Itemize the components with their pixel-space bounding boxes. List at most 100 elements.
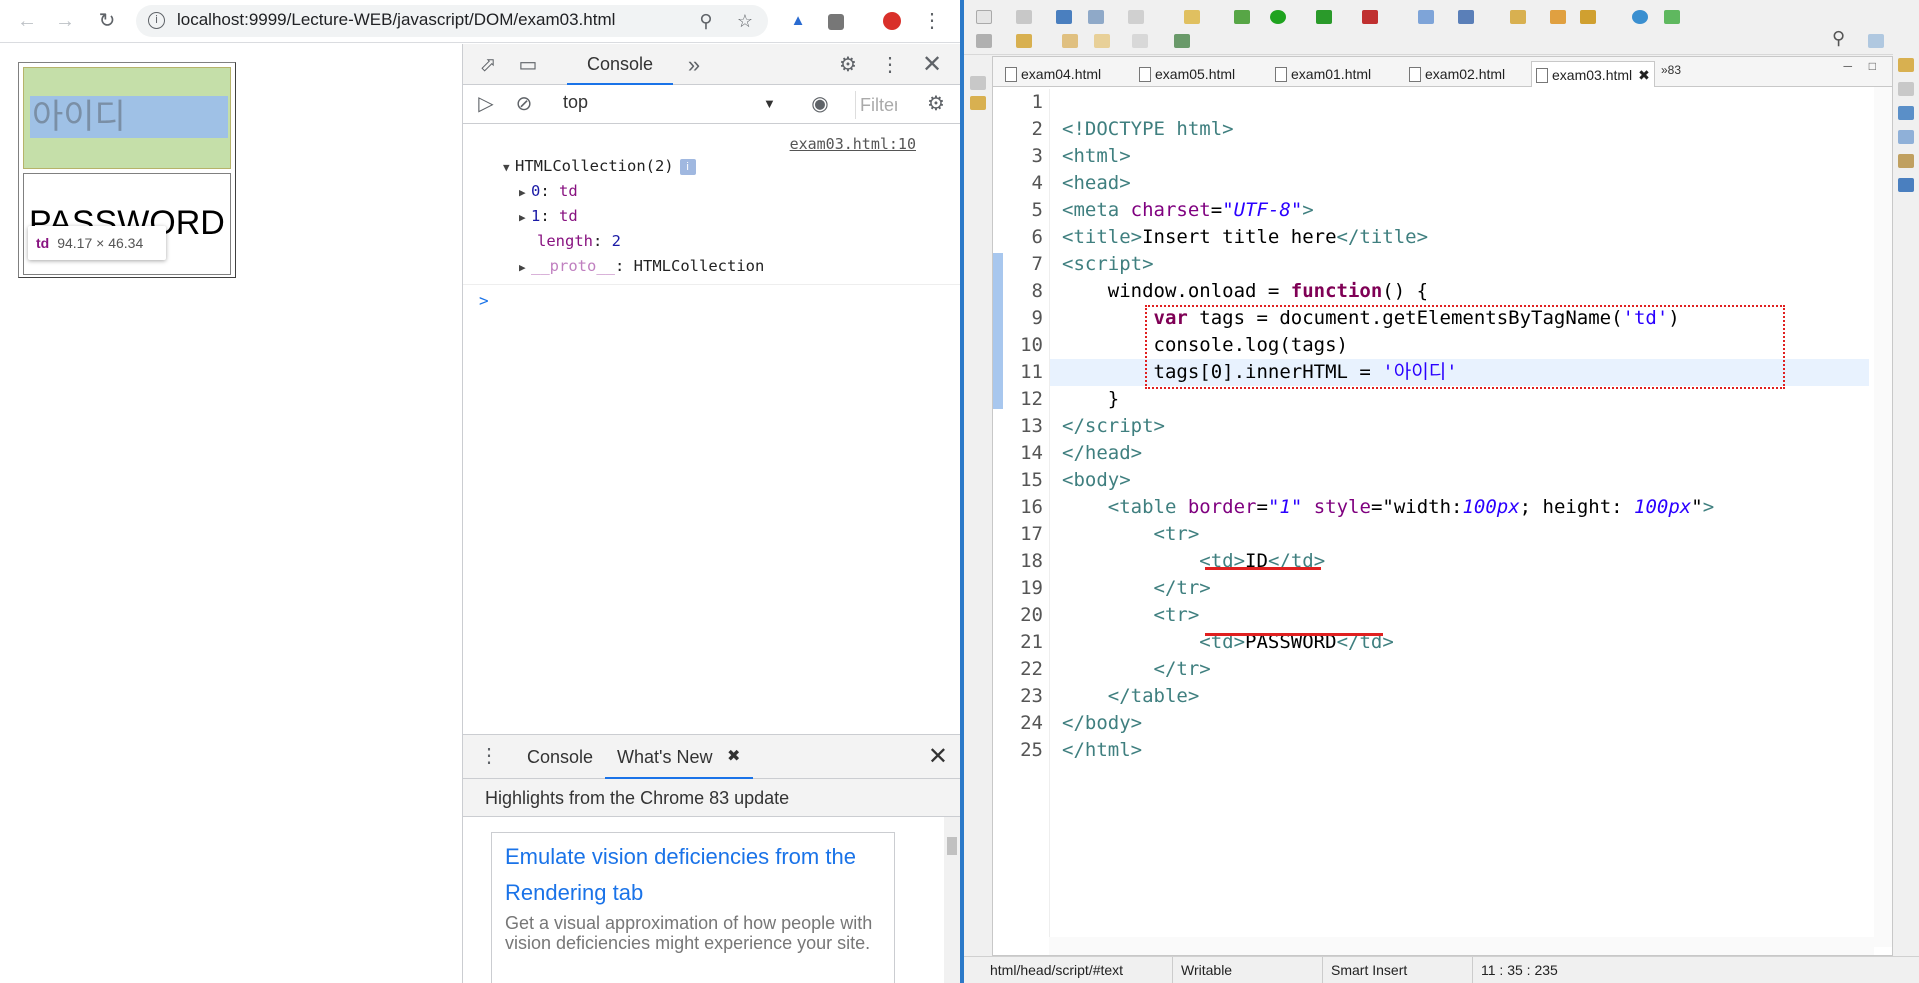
run-icon[interactable] (1270, 10, 1286, 24)
extension-icon[interactable] (880, 9, 904, 33)
collection-header[interactable]: ▼ HTMLCollection(2) i (503, 157, 696, 175)
info-icon[interactable]: i (148, 12, 165, 29)
context-select[interactable]: top (563, 92, 588, 113)
next-annotation-icon[interactable] (976, 34, 992, 48)
external-tools-icon[interactable] (1362, 10, 1378, 24)
previous-annotation-icon[interactable] (1016, 34, 1032, 48)
code-line[interactable]: <table border="1" style="width:100px; he… (1050, 494, 1869, 521)
gear-icon[interactable]: ⚙ (835, 52, 861, 78)
servers-icon[interactable] (1898, 130, 1914, 144)
open-type-icon[interactable] (1510, 10, 1526, 24)
search-task-icon[interactable] (1550, 10, 1566, 24)
console-prompt-row[interactable]: > (463, 284, 960, 310)
tasks-icon[interactable] (1898, 82, 1914, 96)
more-tabs[interactable]: »83 (1661, 63, 1681, 77)
collection-item[interactable]: ▶ 0: td (519, 182, 578, 200)
code-line[interactable]: </body> (1050, 710, 1869, 737)
source-link[interactable]: exam03.html:10 (790, 135, 916, 153)
terminal-view-icon[interactable] (1898, 178, 1914, 192)
close-tab-icon[interactable]: ✖ (1638, 67, 1650, 83)
vertical-scrollbar[interactable] (1874, 87, 1892, 947)
back-icon[interactable] (1094, 34, 1110, 48)
expand-right-icon[interactable]: ▶ (519, 261, 531, 274)
globe-icon[interactable] (1632, 10, 1648, 24)
restore-icon[interactable] (970, 76, 986, 90)
last-edit-icon[interactable] (1062, 34, 1078, 48)
coverage-icon[interactable] (1316, 10, 1332, 24)
code-line[interactable]: <body> (1050, 467, 1869, 494)
clear-console-icon[interactable]: ⊘ (511, 91, 537, 117)
card-title[interactable]: Emulate vision deficiencies from the Ren… (505, 839, 881, 911)
code-line[interactable]: </script> (1050, 413, 1869, 440)
eye-icon[interactable]: ◉ (807, 91, 833, 117)
collection-item[interactable]: ▶ 1: td (519, 207, 578, 225)
reload-icon[interactable]: ↻ (94, 8, 120, 34)
expand-down-icon[interactable]: ▼ (503, 161, 515, 174)
code-line[interactable] (1050, 89, 1869, 116)
search-icon[interactable]: ⚲ (1832, 28, 1845, 49)
new-file-icon[interactable] (976, 10, 992, 24)
code-area[interactable]: <!DOCTYPE html> <html> <head> <meta charset… (1049, 89, 1869, 949)
sidebar-toggle-icon[interactable]: ▷ (473, 91, 499, 117)
code-line[interactable]: <meta charset="UTF-8"> (1050, 197, 1869, 224)
outline-icon[interactable] (1898, 58, 1914, 72)
code-line[interactable]: <script> (1050, 251, 1869, 278)
code-line[interactable]: </table> (1050, 683, 1869, 710)
open-perspective-icon[interactable] (1868, 34, 1884, 48)
horizontal-scrollbar[interactable] (1049, 937, 1874, 955)
code-line[interactable]: <!DOCTYPE html> (1050, 116, 1869, 143)
code-line[interactable]: <tr> (1050, 521, 1869, 548)
editor-tab[interactable]: exam04.html (1001, 61, 1106, 87)
close-tab-icon[interactable]: ✖ (727, 735, 740, 779)
debug-icon[interactable] (1234, 10, 1250, 24)
tab-console[interactable]: Console (567, 44, 673, 85)
console-settings-icon[interactable]: ⚙ (923, 91, 949, 117)
code-line[interactable]: window.onload = function() { (1050, 278, 1869, 305)
code-line[interactable]: </html> (1050, 737, 1869, 764)
skip-breakpoints-icon[interactable] (1088, 10, 1104, 24)
zoom-icon[interactable]: ⚲ (694, 9, 718, 33)
drawer-menu-icon[interactable]: ⋮ (479, 743, 499, 768)
console-view-icon[interactable] (1898, 106, 1914, 120)
close-icon[interactable]: ✕ (919, 52, 945, 78)
minimize-icon[interactable]: ─ (1843, 59, 1852, 73)
kebab-menu-icon[interactable]: ⋮ (877, 52, 903, 78)
extension-icon[interactable] (824, 9, 848, 33)
star-icon[interactable]: ☆ (733, 9, 757, 33)
whats-new-card[interactable]: Emulate vision deficiencies from the Ren… (491, 832, 895, 983)
code-line[interactable]: </tr> (1050, 575, 1869, 602)
editor-tab[interactable]: exam01.html (1271, 61, 1376, 87)
new-class-icon[interactable] (1458, 10, 1474, 24)
project-explorer-icon[interactable] (970, 96, 986, 110)
inspect-element-icon[interactable]: ⬀ (475, 52, 501, 78)
new-server-icon[interactable] (1418, 10, 1434, 24)
code-line[interactable]: </tr> (1050, 656, 1869, 683)
editor-tab[interactable]: exam05.html (1135, 61, 1240, 87)
chevron-down-icon[interactable]: ▼ (763, 96, 776, 111)
editor-tab[interactable]: exam02.html (1405, 61, 1510, 87)
extension-icon[interactable]: ▲ (786, 9, 810, 33)
back-icon[interactable]: ← (14, 8, 40, 34)
terminal-icon[interactable] (1056, 10, 1072, 24)
perspective-icon[interactable] (1664, 10, 1680, 24)
code-line[interactable]: <td>ID</td> (1050, 548, 1869, 575)
forward-icon[interactable]: → (52, 8, 78, 34)
resume-icon[interactable] (1128, 10, 1144, 24)
code-line[interactable]: </head> (1050, 440, 1869, 467)
device-toolbar-icon[interactable]: ▭ (515, 52, 541, 78)
menu-icon[interactable]: ⋮ (920, 9, 944, 33)
code-line[interactable]: } (1050, 386, 1869, 413)
drawer-tab-console[interactable]: Console (521, 735, 599, 779)
filter-input[interactable]: Filter (855, 91, 897, 119)
drawer-scrollbar[interactable] (944, 817, 960, 983)
scrollbar-thumb[interactable] (947, 837, 957, 855)
step-icon[interactable] (1184, 10, 1200, 24)
expand-right-icon[interactable]: ▶ (519, 211, 531, 224)
editor-tab-active[interactable]: exam03.html ✖ (1531, 61, 1655, 87)
code-line[interactable]: <html> (1050, 143, 1869, 170)
url-text[interactable]: localhost:9999/Lecture-WEB/javascript/DO… (177, 10, 615, 30)
code-line[interactable]: <title>Insert title here</title> (1050, 224, 1869, 251)
code-line[interactable]: <head> (1050, 170, 1869, 197)
close-icon[interactable]: ✕ (928, 742, 948, 771)
pin-icon[interactable] (1580, 10, 1596, 24)
